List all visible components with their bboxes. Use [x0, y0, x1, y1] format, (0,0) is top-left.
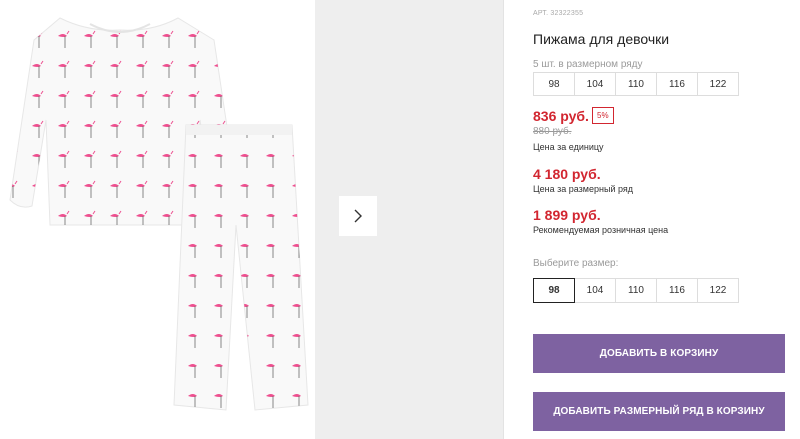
discount-badge: 5%: [592, 107, 614, 124]
add-to-cart-button[interactable]: Добавить в корзину: [533, 334, 785, 373]
product-sku: АРТ. 32322355: [533, 10, 584, 17]
gallery-next-button[interactable]: [339, 196, 377, 236]
unit-price: 836 руб.: [533, 108, 589, 124]
size-option-98[interactable]: 98: [533, 278, 575, 303]
size-option-110[interactable]: 110: [615, 278, 657, 303]
pack-size: 110: [615, 72, 657, 96]
pack-size: 104: [574, 72, 616, 96]
chevron-right-icon: [354, 209, 362, 223]
retail-price: 1 899 руб.: [533, 207, 601, 223]
product-image[interactable]: [0, 0, 315, 439]
pack-price-caption: Цена за размерный ряд: [533, 184, 634, 194]
pack-price: 4 180 руб.: [533, 166, 601, 182]
size-option-116[interactable]: 116: [656, 278, 698, 303]
size-picker-label: Выберите размер:: [533, 258, 619, 269]
pack-size: 122: [697, 72, 739, 96]
pack-size: 116: [656, 72, 698, 96]
pack-sizes: 98 104 110 116 122: [533, 72, 739, 96]
size-option-104[interactable]: 104: [574, 278, 616, 303]
size-option-122[interactable]: 122: [697, 278, 739, 303]
divider: [503, 0, 504, 439]
product-title: Пижама для девочки: [533, 31, 670, 47]
pack-label: 5 шт. в размерном ряду: [533, 59, 643, 70]
pajama-image: [9, 17, 309, 411]
unit-price-caption: Цена за единицу: [533, 142, 604, 152]
size-picker: 98 104 110 116 122: [533, 278, 739, 303]
old-price: 880 руб.: [533, 126, 572, 137]
retail-price-caption: Рекомендуемая розничная цена: [533, 225, 669, 235]
pack-size: 98: [533, 72, 575, 96]
add-pack-to-cart-button[interactable]: Добавить размерный ряд в корзину: [533, 392, 785, 431]
